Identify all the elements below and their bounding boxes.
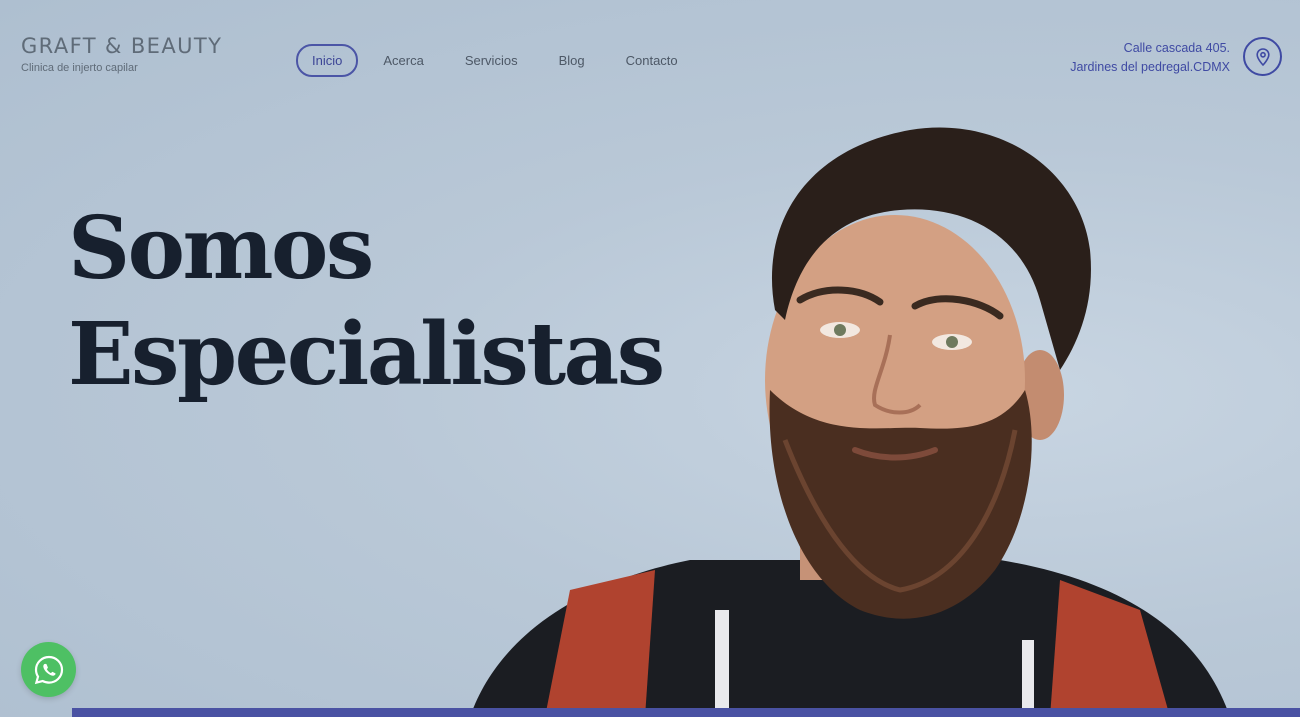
- location-button[interactable]: [1243, 37, 1282, 76]
- hero-headline: Somos Especialistas: [68, 196, 665, 408]
- brand-logo[interactable]: GRAFT & BEAUTY Clinica de injerto capila…: [21, 34, 223, 75]
- headline-line-2: Especialistas: [68, 304, 665, 405]
- location-pin-icon: [1255, 47, 1270, 66]
- nav-item-blog[interactable]: Blog: [543, 44, 601, 77]
- address-block: Calle cascada 405. Jardines del pedregal…: [1070, 39, 1230, 77]
- nav-item-servicios[interactable]: Servicios: [449, 44, 534, 77]
- nav-item-acerca[interactable]: Acerca: [367, 44, 439, 77]
- main-nav: Inicio Acerca Servicios Blog Contacto: [296, 44, 703, 77]
- whatsapp-icon: [34, 655, 63, 684]
- nav-item-inicio[interactable]: Inicio: [296, 44, 359, 77]
- address-line-2: Jardines del pedregal.CDMX: [1070, 60, 1230, 74]
- whatsapp-button[interactable]: [21, 642, 76, 697]
- bottom-accent-bar: [72, 708, 1300, 717]
- brand-tagline: Clinica de injerto capilar: [21, 62, 138, 74]
- brand-name: GRAFT & BEAUTY: [21, 34, 223, 58]
- address-line-1: Calle cascada 405.: [1123, 41, 1230, 55]
- nav-item-contacto[interactable]: Contacto: [610, 44, 694, 77]
- headline-line-1: Somos: [68, 198, 374, 299]
- hero-section: GRAFT & BEAUTY Clinica de injerto capila…: [0, 0, 1300, 717]
